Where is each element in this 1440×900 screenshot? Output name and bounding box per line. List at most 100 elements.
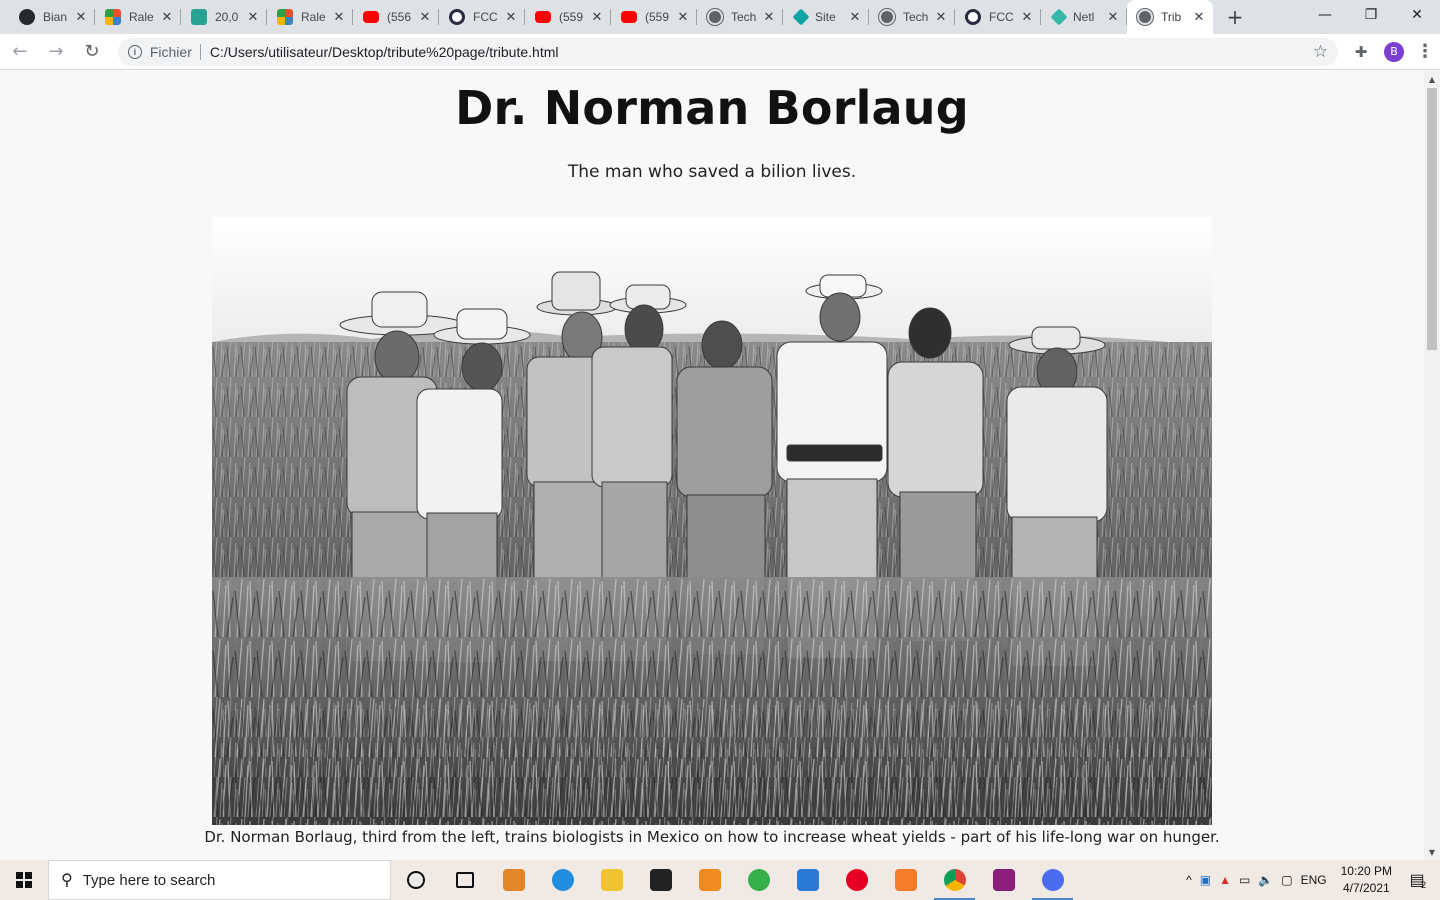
- scroll-up-arrow-icon[interactable]: ▲: [1424, 71, 1440, 87]
- browser-tab[interactable]: (559 ✕: [611, 0, 697, 34]
- browser-tab[interactable]: Site ✕: [783, 0, 869, 34]
- chrome-icon-glyph: [943, 869, 966, 891]
- browser-tab[interactable]: FCC ✕: [439, 0, 525, 34]
- vertical-scrollbar[interactable]: ▲ ▼: [1424, 71, 1440, 860]
- tray-overflow-chevron-icon[interactable]: ^: [1186, 873, 1192, 887]
- file-explorer-icon[interactable]: [587, 860, 636, 900]
- paint-icon-glyph: [1041, 869, 1064, 891]
- winrar-icon[interactable]: [979, 860, 1028, 900]
- edge-icon[interactable]: [538, 860, 587, 900]
- close-window-button[interactable]: ✕: [1394, 0, 1440, 30]
- store-icon[interactable]: [636, 860, 685, 900]
- tab-close-icon[interactable]: ✕: [933, 10, 949, 25]
- globe-icon: [1137, 9, 1153, 25]
- xampp-icon[interactable]: [881, 860, 930, 900]
- url-text[interactable]: C:/Users/utilisateur/Desktop/tribute%20p…: [210, 44, 559, 60]
- tray-battery-icon[interactable]: ▭: [1239, 873, 1250, 887]
- chrome-icon[interactable]: [930, 860, 979, 900]
- tab-close-icon[interactable]: ✕: [761, 10, 777, 25]
- media-player-icon-glyph: [502, 869, 525, 891]
- tab-close-icon[interactable]: ✕: [331, 10, 347, 25]
- netlify-icon: [1050, 8, 1068, 26]
- tab-title: Trib: [1161, 10, 1182, 24]
- tab-close-icon[interactable]: ✕: [503, 10, 519, 25]
- taskbar-apps: [391, 860, 1077, 900]
- borlaug-field-photo: [212, 217, 1212, 825]
- reload-button[interactable]: ↻: [76, 36, 108, 68]
- back-button[interactable]: ←: [4, 36, 36, 68]
- restore-button[interactable]: ❐: [1348, 0, 1394, 30]
- dev-icon: [191, 9, 207, 25]
- clock[interactable]: 10:20 PM 4/7/2021: [1341, 863, 1392, 897]
- tab-close-icon[interactable]: ✕: [1019, 10, 1035, 25]
- profile-avatar[interactable]: B: [1384, 41, 1405, 62]
- browser-tab[interactable]: (559 ✕: [525, 0, 611, 34]
- taskbar-search-box[interactable]: ⚲ Type here to search: [48, 860, 391, 900]
- store-icon-glyph: [649, 869, 672, 891]
- new-tab-button[interactable]: +: [1219, 0, 1251, 34]
- page-title: Dr. Norman Borlaug: [455, 81, 969, 135]
- tab-close-icon[interactable]: ✕: [417, 10, 433, 25]
- address-bar[interactable]: i Fichier C:/Users/utilisateur/Desktop/t…: [117, 37, 1339, 66]
- language-indicator[interactable]: ENG: [1301, 873, 1327, 887]
- browser-tab[interactable]: Bian ✕: [9, 0, 95, 34]
- globe-icon: [879, 9, 895, 25]
- sublime-icon[interactable]: [685, 860, 734, 900]
- tab-close-icon[interactable]: ✕: [1105, 10, 1121, 25]
- browser-menu-icon[interactable]: ⋮: [1410, 41, 1440, 62]
- task-view-icon[interactable]: [440, 860, 489, 900]
- notification-center-icon[interactable]: ▤ 2: [1402, 868, 1432, 892]
- tab-close-icon[interactable]: ✕: [1191, 10, 1207, 25]
- tab-close-icon[interactable]: ✕: [159, 10, 175, 25]
- tray-acrobat-icon[interactable]: ▲: [1219, 873, 1231, 887]
- tab-title: (559: [559, 10, 584, 24]
- site-icon: [792, 8, 810, 26]
- pinterest-icon[interactable]: [832, 860, 881, 900]
- browser-tab[interactable]: Rale ✕: [267, 0, 353, 34]
- paint-icon[interactable]: [1028, 860, 1077, 900]
- extensions-puzzle-icon[interactable]: ✚: [1346, 43, 1376, 61]
- browser-tab[interactable]: FCC ✕: [955, 0, 1041, 34]
- globe-icon: [707, 9, 723, 25]
- browser-tab[interactable]: Tech ✕: [869, 0, 955, 34]
- window-controls: — ❐ ✕: [1302, 0, 1440, 30]
- mail-icon-glyph: [796, 869, 819, 891]
- media-player-icon[interactable]: [489, 860, 538, 900]
- cortana-icon[interactable]: [391, 860, 440, 900]
- system-tray: ^ ▣ ▲ ▭ 🔈 ▢ ENG 10:20 PM 4/7/2021 ▤ 2: [1182, 860, 1440, 900]
- start-button[interactable]: [0, 860, 48, 900]
- tab-title: (556: [387, 10, 412, 24]
- tab-close-icon[interactable]: ✕: [73, 10, 89, 25]
- forward-button[interactable]: →: [40, 36, 72, 68]
- tab-close-icon[interactable]: ✕: [589, 10, 605, 25]
- minimize-button[interactable]: —: [1302, 0, 1348, 30]
- tray-monitor-icon[interactable]: ▢: [1281, 873, 1292, 887]
- tab-title: (559: [645, 10, 670, 24]
- tab-close-icon[interactable]: ✕: [847, 10, 863, 25]
- scroll-down-arrow-icon[interactable]: ▼: [1424, 844, 1440, 860]
- tab-title: 20,0: [215, 10, 239, 24]
- mail-icon[interactable]: [783, 860, 832, 900]
- browser-tab[interactable]: (556 ✕: [353, 0, 439, 34]
- fcc-icon: [449, 9, 465, 25]
- file-explorer-icon-glyph: [600, 869, 623, 891]
- bookmark-star-icon[interactable]: ☆: [1313, 42, 1328, 62]
- tab-close-icon[interactable]: ✕: [245, 10, 261, 25]
- browser-tab[interactable]: Rale ✕: [95, 0, 181, 34]
- browser-tab[interactable]: 20,0 ✕: [181, 0, 267, 34]
- maps-icon[interactable]: [734, 860, 783, 900]
- scrollbar-thumb[interactable]: [1427, 88, 1437, 350]
- tab-title: Rale: [301, 10, 326, 24]
- tray-volume-icon[interactable]: 🔈: [1258, 873, 1273, 887]
- browser-tab[interactable]: Trib ✕: [1127, 0, 1213, 34]
- tray-network-app-icon[interactable]: ▣: [1200, 873, 1211, 887]
- browser-tab[interactable]: Netl ✕: [1041, 0, 1127, 34]
- clock-date: 4/7/2021: [1342, 881, 1390, 895]
- browser-tab[interactable]: Tech ✕: [697, 0, 783, 34]
- tab-title: FCC: [473, 10, 498, 24]
- youtube-icon: [535, 11, 551, 23]
- info-icon[interactable]: i: [127, 44, 142, 59]
- notification-count: 2: [1420, 880, 1426, 890]
- tab-title: FCC: [989, 10, 1014, 24]
- tab-close-icon[interactable]: ✕: [675, 10, 691, 25]
